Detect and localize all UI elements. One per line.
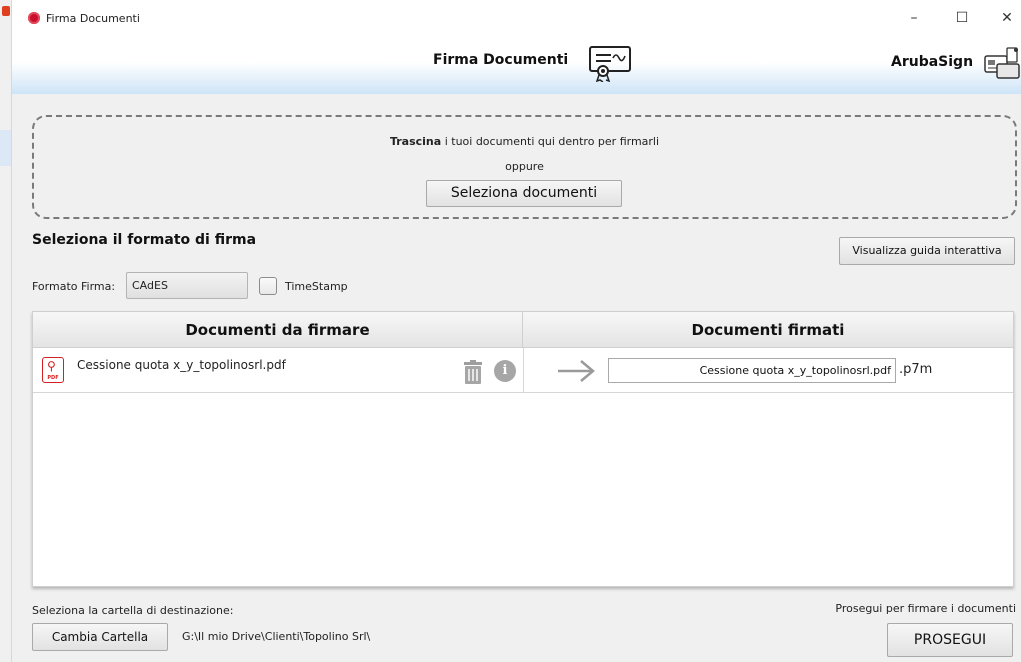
smartcard-reader-icon — [984, 47, 1020, 79]
change-folder-button[interactable]: Cambia Cartella — [32, 623, 168, 651]
drop-or-label: oppure — [505, 160, 544, 173]
drop-instructions: Trascina i tuoi documenti qui dentro per… — [34, 135, 1015, 148]
destination-folder-label: Seleziona la cartella di destinazione: — [32, 604, 234, 617]
pdf-file-icon: ⚲ PDF — [42, 357, 64, 383]
column-header-to-sign: Documenti da firmare — [33, 312, 523, 348]
title-bar: Firma Documenti – ☐ ✕ — [12, 0, 1021, 36]
table-row: ⚲ PDF Cessione quota x_y_topolinosrl.pdf… — [33, 348, 1013, 393]
background-tab — [0, 130, 11, 166]
proceed-label: Prosegui per firmare i documenti — [835, 602, 1016, 615]
signed-filename-field[interactable]: Cessione quota x_y_topolinosrl.pdf — [608, 358, 896, 383]
document-name: Cessione quota x_y_topolinosrl.pdf — [77, 358, 286, 372]
brand-name: ArubaSign — [891, 54, 974, 70]
background-app-icon — [2, 6, 10, 16]
maximize-button[interactable]: ☐ — [947, 6, 977, 30]
drop-instructions-text: i tuoi documenti qui dentro per firmarli — [441, 135, 660, 148]
drop-zone[interactable]: Trascina i tuoi documenti qui dentro per… — [32, 115, 1017, 219]
close-button[interactable]: ✕ — [992, 6, 1021, 30]
timestamp-label: TimeStamp — [285, 280, 348, 293]
certificate-icon — [589, 46, 631, 82]
pdf-tag: PDF — [47, 375, 59, 381]
documents-table: Documenti da firmare Documenti firmati ⚲… — [32, 311, 1014, 587]
info-icon[interactable]: i — [494, 360, 516, 382]
app-window: Firma Documenti – ☐ ✕ Firma Documenti Ar… — [12, 0, 1021, 662]
interactive-guide-button[interactable]: Visualizza guida interattiva — [839, 237, 1015, 265]
select-documents-button[interactable]: Seleziona documenti — [426, 180, 622, 207]
signature-format-label: Formato Firma: — [32, 280, 116, 293]
column-separator — [523, 348, 524, 393]
background-window-strip — [0, 0, 12, 662]
signature-format-select[interactable]: CAdES — [126, 272, 248, 299]
format-section-title: Seleziona il formato di firma — [32, 232, 257, 248]
proceed-button[interactable]: PROSEGUI — [887, 623, 1013, 657]
column-header-signed: Documenti firmati — [691, 321, 845, 339]
trash-icon[interactable] — [462, 360, 484, 384]
aruba-logo-icon — [28, 12, 40, 24]
app-header: Firma Documenti ArubaSign — [12, 36, 1021, 94]
signed-file-extension: .p7m — [899, 362, 933, 377]
pdf-logo-glyph: ⚲ — [47, 359, 56, 373]
header-title: Firma Documenti — [433, 52, 569, 68]
arrow-right-icon — [558, 360, 595, 382]
destination-path: G:\Il mio Drive\Clienti\Topolino Srl\ — [182, 630, 371, 643]
table-header: Documenti da firmare Documenti firmati — [33, 312, 1013, 348]
drop-instructions-bold: Trascina — [389, 135, 442, 148]
minimize-button[interactable]: – — [899, 6, 929, 30]
timestamp-checkbox[interactable] — [259, 277, 277, 295]
window-title: Firma Documenti — [46, 12, 140, 25]
